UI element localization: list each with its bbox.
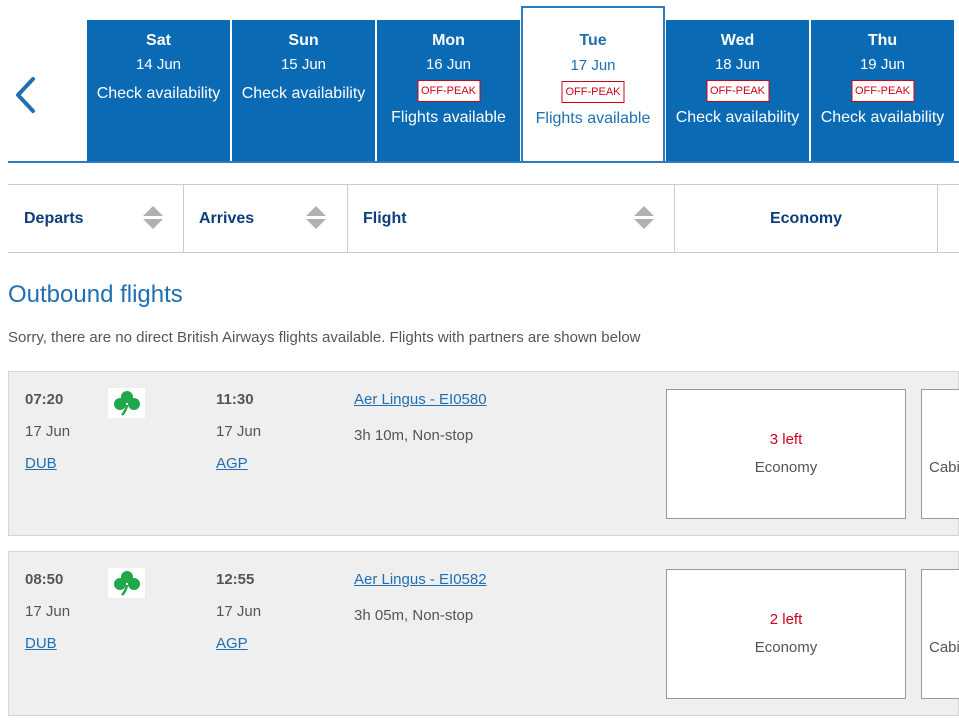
second-cabin-fare-option[interactable]: Cabi <box>921 389 959 519</box>
sort-icon[interactable] <box>634 206 654 230</box>
off-peak-badge: OFF-PEAK <box>561 81 625 103</box>
date-tab-status: Check availability <box>241 85 366 102</box>
flight-row: 07:20 17 Jun DUB 11:30 17 Jun AGP Aer Li… <box>8 371 959 536</box>
sort-flight[interactable]: Flight <box>363 185 663 252</box>
arrival-date: 17 Jun <box>216 603 262 620</box>
fare-cabin-label: Economy <box>754 459 818 476</box>
shamrock-icon <box>113 571 140 596</box>
sort-arrives[interactable]: Arrives <box>199 185 349 252</box>
chevron-left-icon <box>16 77 35 113</box>
seats-left: 2 left <box>769 611 803 628</box>
date-tab-dow: Sat <box>146 32 171 49</box>
flight-duration: 3h 10m, Non-stop <box>354 427 474 444</box>
sort-icon[interactable] <box>143 206 163 230</box>
departure-time: 08:50 <box>25 571 64 588</box>
date-tab-date: 19 Jun <box>859 56 906 73</box>
fare-cabin-label: Economy <box>754 639 818 656</box>
date-tab-tue[interactable]: Tue 17 Jun OFF-PEAK Flights available <box>521 6 665 163</box>
date-tab-date: 14 Jun <box>135 56 182 73</box>
date-tab-mon[interactable]: Mon 16 Jun OFF-PEAK Flights available <box>377 20 520 162</box>
date-tab-dow: Tue <box>579 32 607 49</box>
sort-header: Departs Arrives Flight Economy <box>8 184 959 253</box>
economy-fare-option[interactable]: 2 left Economy <box>666 569 906 699</box>
date-strip-underline <box>8 161 959 163</box>
airline-logo <box>108 568 145 598</box>
date-tab-status: Flights available <box>391 109 506 126</box>
date-tab-wed[interactable]: Wed 18 Jun OFF-PEAK Check availability <box>666 20 809 162</box>
date-tab-date: 15 Jun <box>280 56 327 73</box>
cabin-economy-header: Economy <box>675 185 937 252</box>
date-tab-dow: Thu <box>867 32 898 49</box>
arrival-time: 12:55 <box>216 571 255 588</box>
sort-flight-label: Flight <box>363 209 407 227</box>
outbound-flights-heading: Outbound flights <box>8 281 183 308</box>
departure-time: 07:20 <box>25 391 64 408</box>
column-divider <box>347 185 348 252</box>
date-tab-dow: Wed <box>720 32 755 49</box>
off-peak-badge: OFF-PEAK <box>416 80 481 102</box>
date-tab-date: 16 Jun <box>425 56 472 73</box>
date-tab-dow: Sun <box>288 32 319 49</box>
arrival-airport-link[interactable]: AGP <box>216 455 248 472</box>
shamrock-icon <box>113 391 140 416</box>
column-divider <box>183 185 184 252</box>
off-peak-badge: OFF-PEAK <box>850 80 915 102</box>
date-tab-thu[interactable]: Thu 19 Jun OFF-PEAK Check availability <box>811 20 954 162</box>
date-selector: Sat 14 Jun Check availability Sun 15 Jun… <box>0 0 959 164</box>
seats-left: 3 left <box>769 431 803 448</box>
sort-icon[interactable] <box>306 206 326 230</box>
sort-departs-label: Departs <box>24 209 84 227</box>
arrival-date: 17 Jun <box>216 423 262 440</box>
flight-number-link[interactable]: Aer Lingus - EI0580 <box>354 391 487 408</box>
column-divider <box>937 185 938 252</box>
flight-number-link[interactable]: Aer Lingus - EI0582 <box>354 571 487 588</box>
date-tab-date: 17 Jun <box>570 57 616 74</box>
arrival-time: 11:30 <box>216 391 254 408</box>
date-tab-status: Check availability <box>820 109 945 126</box>
date-tab-date: 18 Jun <box>714 56 761 73</box>
date-tab-sun[interactable]: Sun 15 Jun Check availability <box>232 20 375 162</box>
previous-dates-button[interactable] <box>10 72 40 118</box>
partner-flights-notice: Sorry, there are no direct British Airwa… <box>8 329 641 346</box>
flight-row: 08:50 17 Jun DUB 12:55 17 Jun AGP Aer Li… <box>8 551 959 716</box>
date-tab-dow: Mon <box>432 32 465 49</box>
departure-date: 17 Jun <box>25 423 71 440</box>
economy-label: Economy <box>769 209 842 227</box>
arrival-airport-link[interactable]: AGP <box>216 635 248 652</box>
date-tab-status: Flights available <box>535 110 651 127</box>
date-tab-status: Check availability <box>96 85 221 102</box>
second-cabin-label: Cabi <box>929 639 959 656</box>
sort-arrives-label: Arrives <box>199 209 255 227</box>
second-cabin-label: Cabi <box>929 459 959 476</box>
economy-fare-option[interactable]: 3 left Economy <box>666 389 906 519</box>
flight-duration: 3h 05m, Non-stop <box>354 607 474 624</box>
second-cabin-fare-option[interactable]: Cabi <box>921 569 959 699</box>
departure-airport-link[interactable]: DUB <box>25 455 57 472</box>
airline-logo <box>108 388 145 418</box>
departure-airport-link[interactable]: DUB <box>25 635 57 652</box>
date-tab-sat[interactable]: Sat 14 Jun Check availability <box>87 20 230 162</box>
departure-date: 17 Jun <box>25 603 71 620</box>
date-tab-status: Check availability <box>675 109 800 126</box>
off-peak-badge: OFF-PEAK <box>705 80 770 102</box>
